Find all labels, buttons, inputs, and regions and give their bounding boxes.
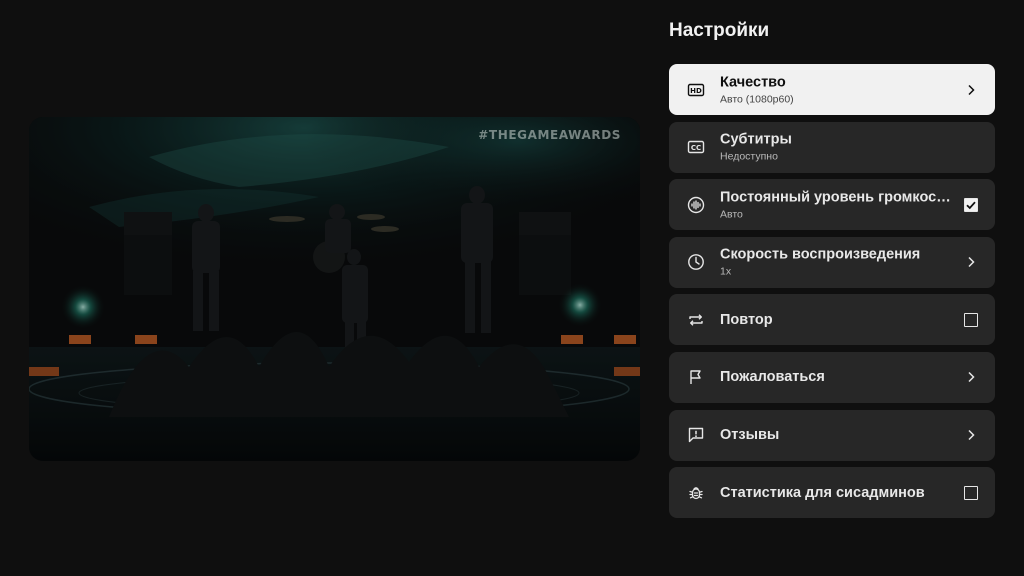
menu-item-value: Авто xyxy=(720,208,743,221)
video-preview: #THEGAMEAWARDS xyxy=(29,117,640,461)
menu-item-label: Пожаловаться xyxy=(720,369,825,386)
repeat-checkbox[interactable] xyxy=(963,312,979,328)
menu-item-feedback[interactable]: Отзывы xyxy=(669,409,995,461)
menu-item-label: Отзывы xyxy=(720,427,780,444)
checkbox-checked[interactable] xyxy=(964,197,978,212)
menu-item-value: 1x xyxy=(720,265,732,278)
cc-icon: CC xyxy=(687,138,705,156)
menu-item-subtitles[interactable]: CC Субтитры Недоступно xyxy=(669,121,995,173)
audio-wave-icon xyxy=(687,196,705,214)
menu-item-repeat[interactable]: Повтор xyxy=(669,294,995,346)
menu-item-report[interactable]: Пожаловаться xyxy=(669,351,995,403)
chevron-right-icon xyxy=(963,254,979,270)
stats-checkbox[interactable] xyxy=(963,485,979,501)
feedback-icon xyxy=(687,426,705,444)
menu-item-label: Повтор xyxy=(720,311,773,328)
menu-item-stable-volume[interactable]: Постоянный уровень громкости Авто xyxy=(669,179,995,231)
settings-menu: HD Качество Авто (1080p60) CC Субтитры Н… xyxy=(669,64,995,525)
chevron-right-icon xyxy=(963,82,979,98)
menu-item-stats-for-nerds[interactable]: Статистика для сисадминов xyxy=(669,467,995,519)
svg-text:CC: CC xyxy=(691,144,701,152)
tv-player-screen: #THEGAMEAWARDS Настройки HD Качество Авт… xyxy=(0,0,1024,576)
hd-icon: HD xyxy=(687,81,705,99)
speed-icon xyxy=(687,253,705,271)
menu-item-value: Недоступно xyxy=(720,150,778,163)
repeat-icon xyxy=(687,311,705,329)
settings-title: Настройки xyxy=(669,20,770,41)
menu-item-value: Авто (1080p60) xyxy=(720,93,794,105)
menu-item-label: Статистика для сисадминов xyxy=(720,484,925,501)
stage-scene-image xyxy=(29,117,640,461)
chevron-right-icon xyxy=(963,427,979,443)
checkbox-unchecked[interactable] xyxy=(964,312,978,327)
menu-item-playback-speed[interactable]: Скорость воспроизведения 1x xyxy=(669,236,995,288)
flag-icon xyxy=(687,368,705,386)
svg-text:HD: HD xyxy=(690,87,702,95)
video-watermark: #THEGAMEAWARDS xyxy=(478,128,621,142)
menu-item-label: Качество xyxy=(720,74,786,90)
bug-icon xyxy=(687,484,705,502)
checkmark-icon xyxy=(966,201,976,209)
menu-item-label: Субтитры xyxy=(720,131,792,148)
stable-volume-checkbox[interactable] xyxy=(963,197,979,213)
menu-item-label: Скорость воспроизведения xyxy=(720,246,921,263)
chevron-right-icon xyxy=(963,369,979,385)
menu-item-quality[interactable]: HD Качество Авто (1080p60) xyxy=(669,64,995,115)
menu-item-label: Постоянный уровень громкости xyxy=(720,189,951,206)
checkbox-unchecked[interactable] xyxy=(964,485,978,500)
